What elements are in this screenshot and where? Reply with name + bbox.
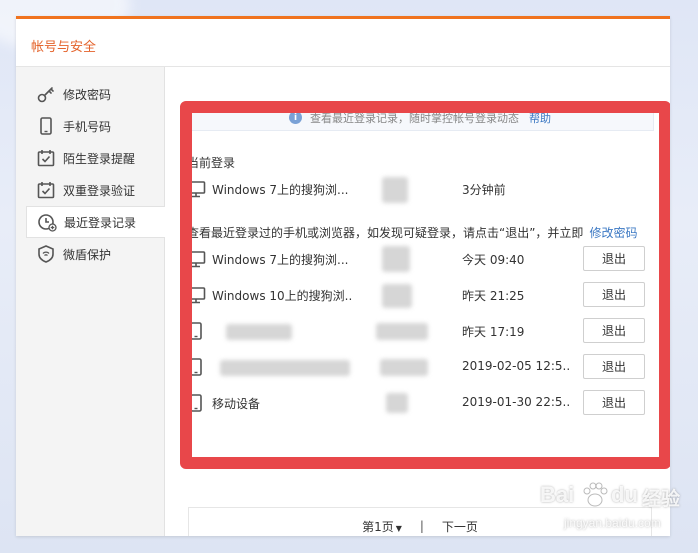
change-password-link[interactable]: 修改密码	[589, 226, 637, 240]
sidebar-item-label: 陌生登录提醒	[63, 151, 136, 166]
device-redacted	[220, 360, 350, 376]
sidebar-item-label: 修改密码	[63, 87, 112, 102]
device-name: Windows 10上的搜狗浏..	[212, 289, 353, 303]
logout-button[interactable]: 退出	[583, 318, 645, 343]
monitor-icon	[186, 251, 206, 268]
calendar-check-icon	[36, 180, 56, 200]
pagination: 第1页 ▼ | 下一页	[188, 507, 652, 536]
sidebar-item-stranger-login-alert[interactable]: 陌生登录提醒	[26, 142, 165, 174]
device-redacted	[226, 324, 292, 340]
logout-button[interactable]: 退出	[583, 390, 645, 415]
device-name: Windows 7上的搜狗浏...	[212, 253, 349, 267]
current-login-row: Windows 7上的搜狗浏... 3分钟前	[186, 175, 646, 203]
next-page-link[interactable]: 下一页	[442, 518, 478, 535]
recent-logins-panel: i 查看最近登录记录，随时掌控帐号登录动态 帮助 当前登录 Windows 7上…	[166, 67, 670, 536]
ip-redacted	[382, 284, 412, 308]
login-row: 移动设备 2019-01-30 22:5.. 退出	[186, 389, 646, 417]
login-time: 2019-02-05 12:5..	[462, 359, 571, 373]
sidebar-item-label: 手机号码	[63, 119, 112, 134]
info-text: 查看最近登录记录，随时掌控帐号登录动态	[310, 111, 519, 125]
account-security-dialog: 帐号与安全 修改密码 手机号码 陌生登录提醒 双重登录验证 最近登录记录 微盾保…	[16, 16, 670, 536]
login-time: 3分钟前	[462, 183, 506, 197]
sidebar-item-two-step-verification[interactable]: 双重登录验证	[26, 174, 165, 206]
dialog-title: 帐号与安全	[31, 40, 97, 55]
login-time: 今天 09:40	[462, 253, 525, 267]
shield-icon	[36, 244, 56, 264]
calendar-check-icon	[36, 148, 56, 168]
sidebar-item-label: 双重登录验证	[63, 183, 136, 198]
sidebar-item-change-password[interactable]: 修改密码	[26, 78, 165, 110]
ip-redacted	[380, 359, 428, 376]
login-row: 昨天 17:19 退出	[186, 317, 646, 345]
sidebar-item-label: 最近登录记录	[64, 215, 137, 230]
info-icon: i	[289, 111, 302, 124]
logout-button[interactable]: 退出	[583, 246, 645, 271]
ip-redacted	[376, 323, 428, 340]
page-selector-label: 第1页	[362, 519, 394, 534]
ip-redacted	[382, 177, 408, 203]
mobile-icon	[190, 394, 202, 412]
login-row: Windows 10上的搜狗浏.. 昨天 21:25 退出	[186, 281, 646, 309]
login-time: 2019-01-30 22:5..	[462, 395, 571, 409]
caret-down-icon: ▼	[395, 523, 402, 533]
ip-redacted	[382, 246, 410, 272]
sidebar-item-micro-shield[interactable]: 微盾保护	[26, 238, 165, 270]
phone-icon	[36, 116, 56, 136]
mobile-icon	[190, 322, 202, 340]
monitor-icon	[186, 287, 206, 304]
logout-button[interactable]: 退出	[583, 354, 645, 379]
sidebar: 修改密码 手机号码 陌生登录提醒 双重登录验证 最近登录记录 微盾保护	[16, 67, 165, 536]
login-time: 昨天 21:25	[462, 289, 525, 303]
help-link[interactable]: 帮助	[529, 110, 551, 126]
page-selector[interactable]: 第1页 ▼	[362, 518, 402, 535]
logout-button[interactable]: 退出	[583, 282, 645, 307]
monitor-icon	[186, 181, 206, 198]
sidebar-item-label: 微盾保护	[63, 247, 112, 262]
sidebar-item-recent-logins[interactable]: 最近登录记录	[26, 206, 165, 238]
current-login-heading: 当前登录	[187, 156, 236, 170]
login-row: 2019-02-05 12:5.. 退出	[186, 353, 646, 381]
info-notice: i 查看最近登录记录，随时掌控帐号登录动态 帮助	[186, 105, 654, 131]
pager-separator: |	[419, 519, 424, 533]
clock-plus-icon	[37, 212, 57, 232]
device-name: Windows 7上的搜狗浏...	[212, 183, 349, 197]
mobile-icon	[190, 358, 202, 376]
key-icon	[36, 84, 56, 104]
ip-redacted	[386, 393, 408, 413]
sidebar-item-phone-number[interactable]: 手机号码	[26, 110, 165, 142]
device-name: 移动设备	[212, 397, 261, 411]
login-time: 昨天 17:19	[462, 325, 525, 339]
recent-logins-heading: 查看最近登录过的手机或浏览器，如发现可疑登录，请点击“退出”，并立即 修改密码	[187, 224, 637, 241]
login-row: Windows 7上的搜狗浏... 今天 09:40 退出	[186, 245, 646, 273]
recent-logins-heading-text: 查看最近登录过的手机或浏览器，如发现可疑登录，请点击“退出”，并立即	[187, 226, 584, 240]
